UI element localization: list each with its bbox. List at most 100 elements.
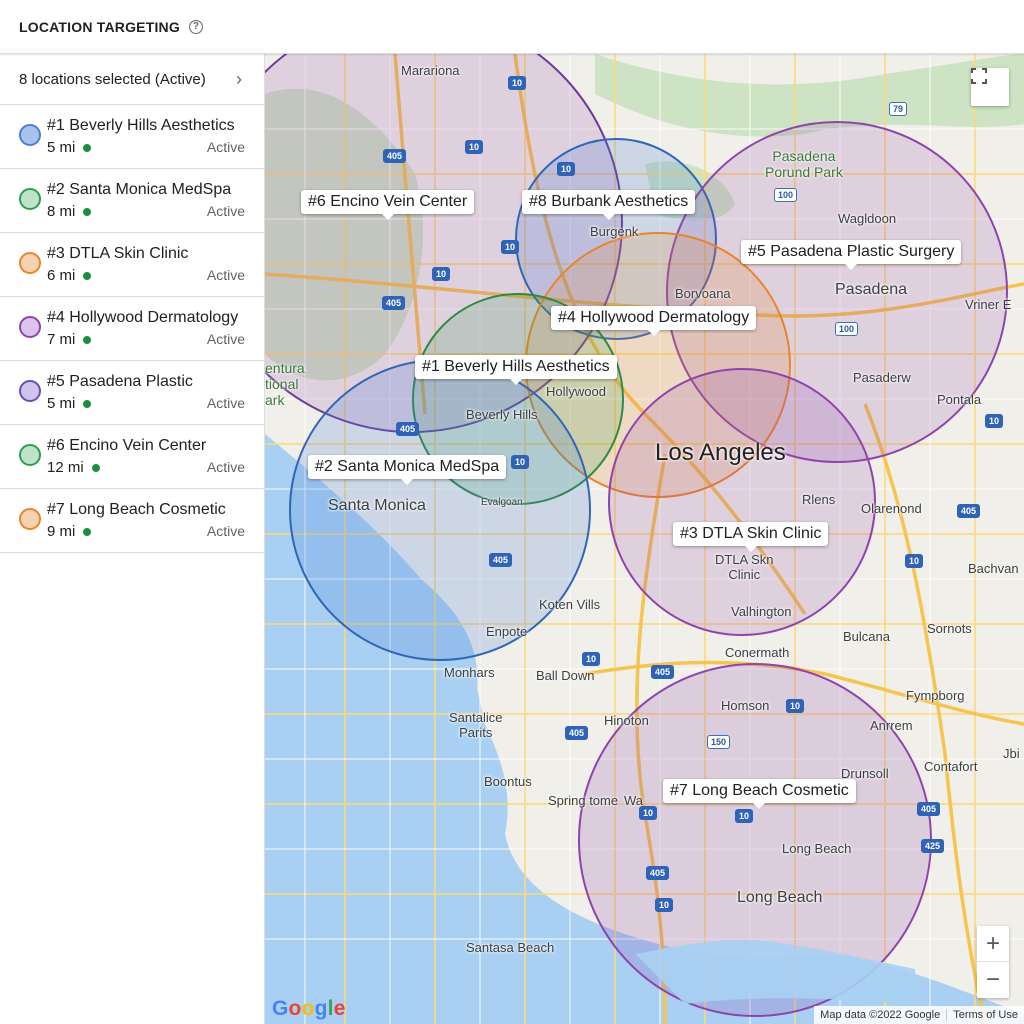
location-radius-row: 5 mi (47, 139, 92, 156)
fullscreen-icon (971, 68, 987, 84)
place-label: Beverly Hills (466, 407, 538, 422)
map-marker-label-6[interactable]: #6 Encino Vein Center (301, 190, 475, 220)
highway-shield: 10 (432, 267, 451, 281)
place-label: Santalice Parits (449, 710, 503, 740)
place-label: Pasadena Porund Park (765, 148, 843, 180)
place-label: Valhington (731, 604, 792, 619)
place-label: Vriner E (965, 297, 1012, 312)
location-status: Active (206, 139, 245, 155)
location-radius-row: 9 mi (47, 523, 92, 540)
highway-shield: 10 (905, 554, 924, 568)
location-color-dot-icon (19, 316, 41, 338)
location-radius-row: 8 mi (47, 203, 92, 220)
highway-shield: 10 (786, 699, 805, 713)
location-radius-row: 12 mi (47, 459, 100, 476)
map-marker-label-5[interactable]: #5 Pasadena Plastic Surgery (741, 240, 962, 270)
map-marker-label-7[interactable]: #7 Long Beach Cosmetic (663, 779, 856, 809)
place-label: Santasa Beach (466, 940, 555, 955)
place-label: Olarenond (861, 501, 922, 516)
map-view[interactable]: Marariona Pasadena Porund Park Wagldoon … (265, 54, 1024, 1024)
location-color-dot-icon (19, 508, 41, 530)
location-color-dot-icon (19, 188, 41, 210)
highway-shield: 425 (921, 839, 945, 853)
highway-shield: 10 (985, 414, 1004, 428)
location-radius: 5 mi (47, 139, 76, 156)
place-label: Hinoton (604, 713, 649, 728)
location-name: #1 Beverly Hills Aesthetics (47, 117, 235, 134)
page-title: LOCATION TARGETING (19, 18, 180, 35)
highway-shield: 405 (383, 149, 407, 163)
place-label: Contafort (924, 759, 978, 774)
location-status: Active (206, 523, 245, 539)
location-status: Active (206, 395, 245, 411)
place-label: Pasaderw (853, 370, 911, 385)
location-radius: 7 mi (47, 331, 76, 348)
location-color-dot-icon (19, 380, 41, 402)
status-dot-icon (83, 143, 92, 152)
highway-shield: 405 (382, 296, 406, 310)
location-radius: 6 mi (47, 267, 76, 284)
place-label: DTLA Skn Clinic (715, 552, 774, 582)
location-status: Active (206, 331, 245, 347)
highway-shield: 10 (508, 76, 527, 90)
highway-shield: 10 (501, 240, 520, 254)
place-label: Wagldoon (838, 211, 897, 226)
location-radius: 12 mi (47, 459, 84, 476)
place-label: Monhars (444, 665, 495, 680)
place-label: Long Beach (782, 841, 852, 856)
location-status: Active (206, 459, 245, 475)
map-marker-label-1[interactable]: #1 Beverly Hills Aesthetics (415, 355, 617, 385)
highway-shield: 405 (646, 866, 670, 880)
location-radius: 9 mi (47, 523, 76, 540)
place-label: Borvoana (675, 286, 731, 301)
place-label: Burgenk (590, 224, 639, 239)
place-label: Bachvan (968, 561, 1019, 576)
highway-shield: 100 (774, 188, 798, 202)
place-label: Boontus (484, 774, 532, 789)
location-item[interactable]: #6 Encino Vein Center 12 mi Active (0, 425, 264, 489)
map-marker-label-3[interactable]: #3 DTLA Skin Clinic (673, 522, 829, 552)
locations-summary: 8 locations selected (Active) (19, 70, 206, 88)
locations-summary-row[interactable]: 8 locations selected (Active) › (0, 54, 264, 105)
zoom-in-button[interactable]: + (977, 926, 1009, 962)
place-label-los-angeles: Los Angeles (655, 439, 786, 466)
location-item[interactable]: #2 Santa Monica MedSpa 8 mi Active (0, 169, 264, 233)
highway-shield: 79 (889, 102, 908, 116)
highway-shield: 100 (835, 322, 859, 336)
location-item[interactable]: #4 Hollywood Dermatology 7 mi Active (0, 297, 264, 361)
location-item[interactable]: #3 DTLA Skin Clinic 6 mi Active (0, 233, 264, 297)
highway-shield: 10 (465, 140, 484, 154)
location-item[interactable]: #5 Pasadena Plastic 5 mi Active (0, 361, 264, 425)
highway-shield: 405 (489, 553, 513, 567)
place-label: Anrrem (870, 718, 913, 733)
zoom-out-button[interactable]: − (977, 962, 1009, 998)
location-color-dot-icon (19, 252, 41, 274)
location-item[interactable]: #1 Beverly Hills Aesthetics 5 mi Active (0, 105, 264, 169)
map-marker-label-4[interactable]: #4 Hollywood Dermatology (551, 306, 757, 336)
place-label: Homson (721, 698, 770, 713)
place-label: Long Beach (737, 889, 823, 906)
terms-link[interactable]: Terms of Use (946, 1009, 1024, 1021)
place-label: entura tional ark (265, 360, 305, 408)
map-marker-label-8[interactable]: #8 Burbank Aesthetics (522, 190, 696, 220)
place-label: Ball Down (536, 668, 595, 683)
location-status: Active (206, 267, 245, 283)
map-marker-label-2[interactable]: #2 Santa Monica MedSpa (308, 455, 507, 485)
highway-shield: 405 (565, 726, 589, 740)
fullscreen-button[interactable] (971, 68, 1009, 106)
help-icon[interactable]: ? (188, 19, 203, 34)
location-color-dot-icon (19, 444, 41, 466)
map-attribution: Map data ©2022 Google Terms of Use (814, 1006, 1024, 1024)
highway-shield: 150 (707, 735, 731, 749)
place-label: Pontala (937, 392, 982, 407)
location-radius-row: 5 mi (47, 395, 92, 412)
location-name: #7 Long Beach Cosmetic (47, 501, 226, 518)
location-color-dot-icon (19, 124, 41, 146)
location-item[interactable]: #7 Long Beach Cosmetic 9 mi Active (0, 489, 264, 553)
place-label: Evalgoan (481, 497, 523, 508)
place-label: Rlens (802, 492, 836, 507)
status-dot-icon (83, 271, 92, 280)
place-label: Pasadena (835, 281, 908, 298)
highway-shield: 10 (655, 898, 674, 912)
place-label: Spring tome (548, 793, 619, 808)
